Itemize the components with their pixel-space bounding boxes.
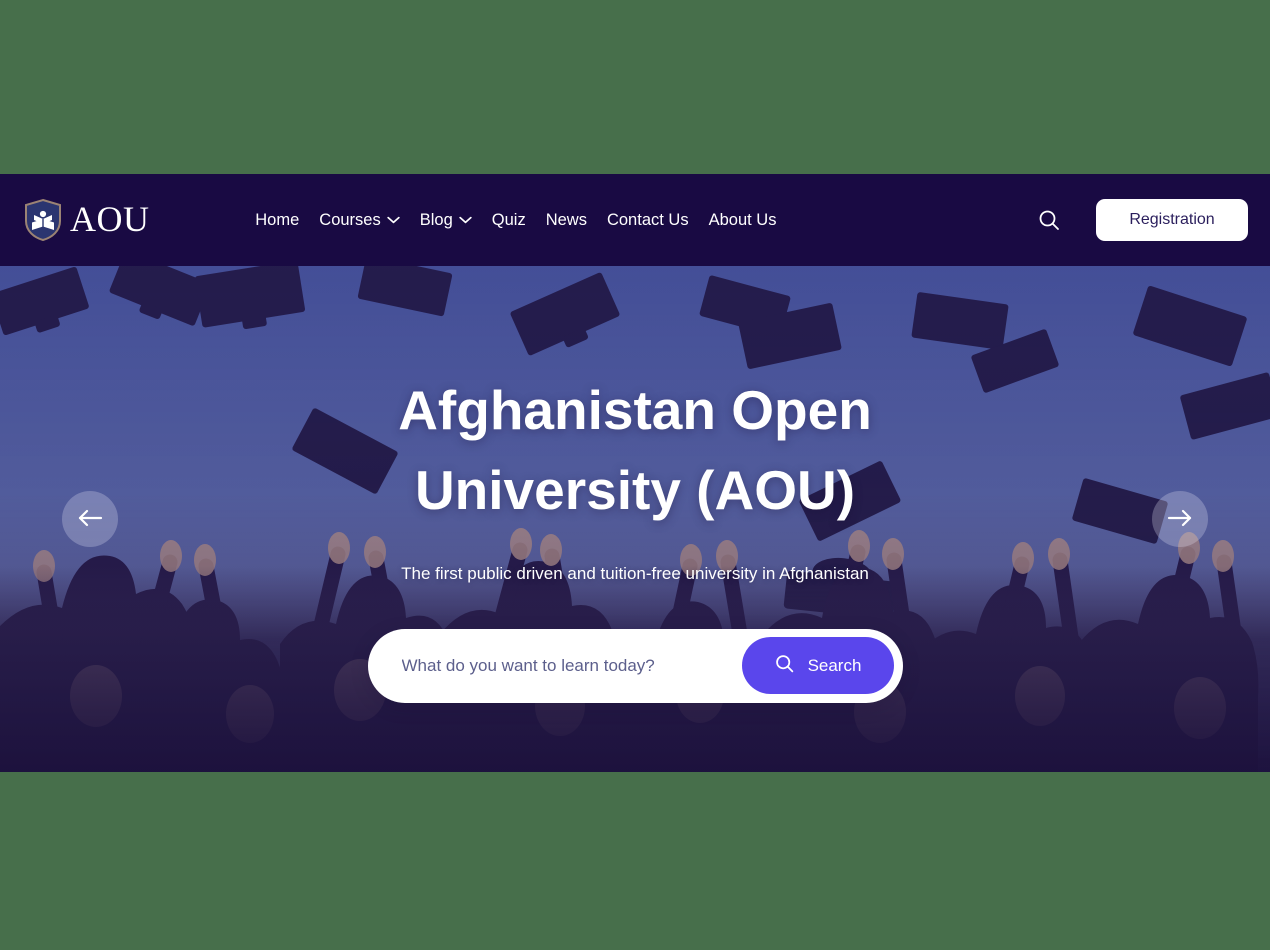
nav-item-label: Courses <box>319 210 381 229</box>
registration-button[interactable]: Registration <box>1096 199 1248 241</box>
chevron-down-icon <box>387 216 400 224</box>
search-input[interactable] <box>367 655 742 676</box>
hero-carousel-slide: Afghanistan Open University (AOU) The fi… <box>0 266 1270 772</box>
arrow-left-icon <box>77 508 103 531</box>
nav-item-contact-us[interactable]: Contact Us <box>597 205 699 236</box>
arrow-right-icon <box>1167 508 1193 531</box>
top-navigation-bar: AOU Home Courses Blog Quiz News Contact … <box>0 174 1270 266</box>
chevron-down-icon <box>459 216 472 224</box>
carousel-next-button[interactable] <box>1152 491 1208 547</box>
nav-item-blog[interactable]: Blog <box>410 205 482 236</box>
nav-item-label: Home <box>255 210 300 229</box>
hero-search-bar: Search <box>367 628 903 703</box>
nav-item-label: About Us <box>708 210 777 229</box>
search-icon[interactable] <box>1032 203 1066 237</box>
hero-title: Afghanistan Open University (AOU) <box>398 379 872 521</box>
carousel-prev-button[interactable] <box>62 491 118 547</box>
shield-book-icon <box>22 198 64 242</box>
search-button-label: Search <box>807 655 862 675</box>
hero-content: Afghanistan Open University (AOU) The fi… <box>0 266 1270 772</box>
nav-item-about-us[interactable]: About Us <box>699 205 787 236</box>
primary-nav-menu: Home Courses Blog Quiz News Contact Us A… <box>245 205 786 236</box>
nav-item-label: Blog <box>419 210 453 229</box>
navbar-actions: Registration <box>1032 199 1248 241</box>
hero-subtitle: The first public driven and tuition-free… <box>401 563 869 583</box>
nav-item-label: Contact Us <box>606 210 689 229</box>
nav-item-courses[interactable]: Courses <box>309 205 409 236</box>
nav-item-label: Quiz <box>491 210 526 229</box>
brand-logo-link[interactable]: AOU <box>22 174 150 266</box>
nav-item-news[interactable]: News <box>536 205 597 236</box>
nav-item-home[interactable]: Home <box>245 205 309 236</box>
brand-name: AOU <box>70 199 150 239</box>
search-icon <box>774 653 795 679</box>
search-submit-button[interactable]: Search <box>741 637 894 694</box>
nav-item-label: News <box>545 210 587 229</box>
nav-item-quiz[interactable]: Quiz <box>482 205 536 236</box>
